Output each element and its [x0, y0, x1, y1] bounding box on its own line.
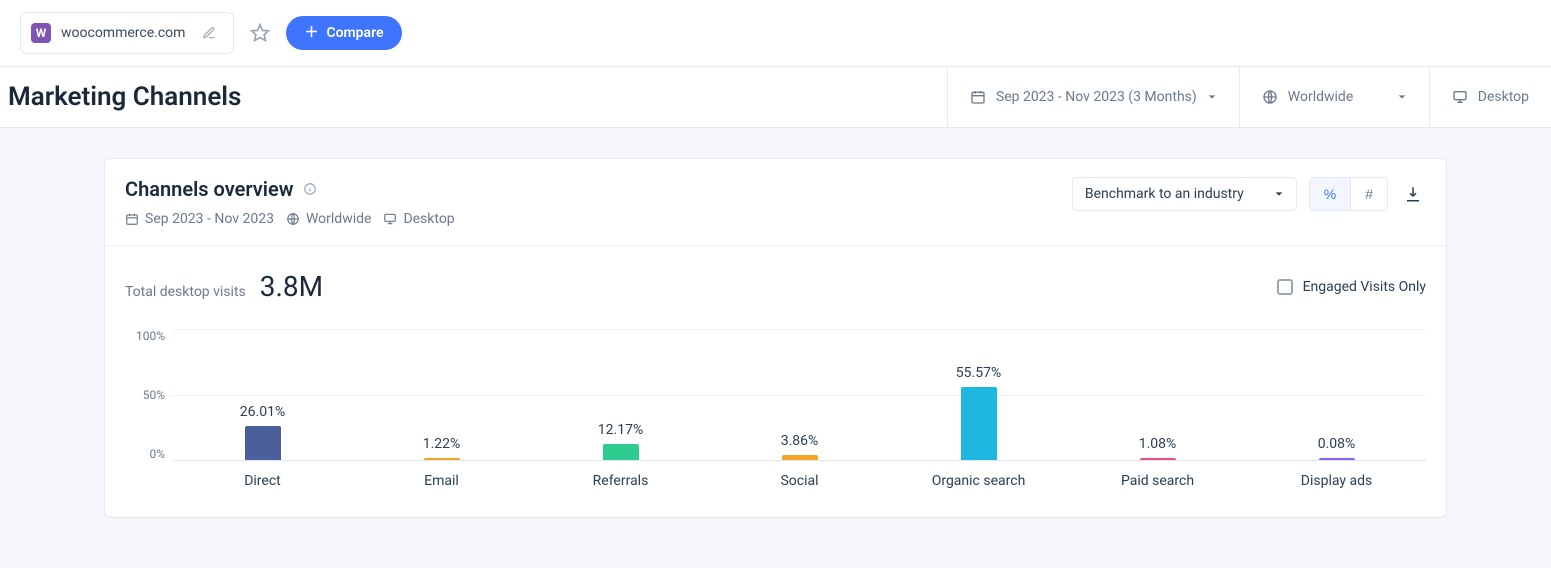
chevron-down-icon [1397, 92, 1407, 102]
engaged-visits-label: Engaged Visits Only [1303, 279, 1426, 295]
download-button[interactable] [1400, 181, 1426, 207]
header-filters: Sep 2023 - Nov 2023 (3 Months) Worldwide… [947, 67, 1551, 127]
y-tick: 0% [149, 447, 165, 461]
x-tick: Referrals [531, 461, 710, 489]
x-tick: Display ads [1247, 461, 1426, 489]
date-range-text: Sep 2023 - Nov 2023 (3 Months) [996, 89, 1197, 105]
bar-column: 0.08% [1247, 329, 1426, 460]
bar-column: 12.17% [531, 329, 710, 460]
bar-value-label: 1.22% [423, 436, 461, 452]
bar[interactable] [1140, 458, 1176, 460]
chevron-down-icon [1274, 189, 1284, 199]
header-row: Marketing Channels Sep 2023 - Nov 2023 (… [0, 66, 1551, 128]
bar-value-label: 3.86% [781, 433, 819, 449]
content: Channels overview Sep 2023 - Nov 2023 [0, 128, 1551, 548]
info-icon[interactable] [303, 182, 317, 196]
x-tick: Paid search [1068, 461, 1247, 489]
engaged-visits-toggle[interactable]: Engaged Visits Only [1277, 279, 1426, 295]
bars-container: 26.01% 1.22% 12.17% 3.86% 55.57% 1.08% 0.08% [173, 329, 1426, 460]
device-filter[interactable]: Desktop [1429, 67, 1551, 127]
x-tick: Social [710, 461, 889, 489]
benchmark-label: Benchmark to an industry [1085, 186, 1244, 202]
bar-column: 1.08% [1068, 329, 1247, 460]
y-tick: 100% [136, 329, 165, 343]
bar-value-label: 0.08% [1318, 436, 1356, 452]
page-title: Marketing Channels [4, 68, 245, 126]
meta-device: Desktop [403, 211, 454, 227]
toggle-count[interactable]: # [1350, 178, 1387, 210]
bar[interactable] [961, 387, 997, 460]
x-tick: Organic search [889, 461, 1068, 489]
bar[interactable] [1319, 458, 1355, 460]
region-filter[interactable]: Worldwide [1239, 67, 1429, 127]
meta-region: Worldwide [306, 211, 371, 227]
y-tick: 50% [143, 388, 165, 402]
download-icon [1404, 185, 1422, 203]
panel-meta: Sep 2023 - Nov 2023 Worldwide Desktop [125, 211, 455, 227]
pencil-icon[interactable] [195, 19, 223, 47]
plus-icon: ＋ [304, 26, 318, 40]
region-text: Worldwide [1288, 89, 1353, 105]
site-logo: W [31, 23, 51, 43]
panel-header: Channels overview Sep 2023 - Nov 2023 [105, 159, 1446, 246]
x-axis: DirectEmailReferralsSocialOrganic search… [173, 461, 1426, 489]
compare-button[interactable]: ＋ Compare [286, 16, 401, 50]
panel-title: Channels overview [125, 177, 293, 201]
bar-value-label: 1.08% [1139, 436, 1177, 452]
bar-column: 55.57% [889, 329, 1068, 460]
bar-value-label: 26.01% [240, 404, 285, 420]
chevron-down-icon [1207, 92, 1217, 102]
topbar: W woocommerce.com ＋ Compare [0, 0, 1551, 66]
bar[interactable] [782, 455, 818, 460]
total-visits-label: Total desktop visits [125, 284, 246, 300]
panel-body: Total desktop visits 3.8M Engaged Visits… [105, 246, 1446, 517]
globe-icon [1262, 89, 1278, 105]
toggle-percent[interactable]: % [1310, 178, 1350, 210]
bar-column: 3.86% [710, 329, 889, 460]
meta-date: Sep 2023 - Nov 2023 [145, 211, 274, 227]
bar-value-label: 55.57% [956, 365, 1001, 381]
monitor-icon [1452, 89, 1468, 105]
channels-chart: 100% 50% 0% 26.01% 1.22% 12.17% 3.86% 55.57% 1.… [125, 329, 1426, 461]
bar[interactable] [424, 458, 460, 460]
x-tick: Email [352, 461, 531, 489]
device-text: Desktop [1478, 89, 1529, 105]
site-name: woocommerce.com [61, 25, 185, 41]
bar-column: 26.01% [173, 329, 352, 460]
bar[interactable] [245, 426, 281, 460]
channels-overview-panel: Channels overview Sep 2023 - Nov 2023 [104, 158, 1447, 518]
site-pill[interactable]: W woocommerce.com [20, 12, 234, 54]
total-visits-value: 3.8M [260, 270, 323, 303]
percent-count-toggle: % # [1309, 177, 1388, 211]
globe-icon [286, 212, 300, 226]
calendar-icon [970, 89, 986, 105]
monitor-icon [383, 212, 397, 226]
x-tick: Direct [173, 461, 352, 489]
y-axis: 100% 50% 0% [125, 329, 173, 461]
compare-label: Compare [326, 25, 383, 41]
plot-area: 26.01% 1.22% 12.17% 3.86% 55.57% 1.08% 0.08% [173, 329, 1426, 461]
bar-column: 1.22% [352, 329, 531, 460]
checkbox-icon [1277, 279, 1293, 295]
calendar-icon [125, 212, 139, 226]
bar[interactable] [603, 444, 639, 460]
date-range-filter[interactable]: Sep 2023 - Nov 2023 (3 Months) [947, 67, 1239, 127]
bar-value-label: 12.17% [598, 422, 643, 438]
star-icon[interactable] [246, 19, 274, 47]
benchmark-dropdown[interactable]: Benchmark to an industry [1072, 177, 1297, 211]
